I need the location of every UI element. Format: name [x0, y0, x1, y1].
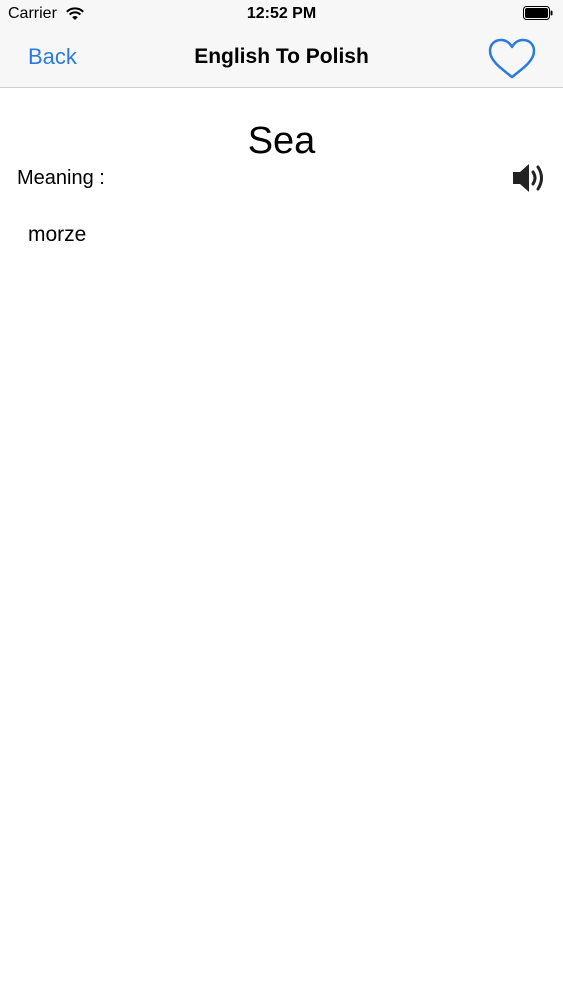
status-time: 12:52 PM	[246, 5, 317, 22]
translation-text: morze	[28, 223, 87, 246]
navigation-bar: Back English To Polish	[0, 30, 563, 88]
speaker-icon[interactable]	[511, 160, 549, 196]
page-title: English To Polish	[194, 45, 369, 68]
heart-outline-icon[interactable]	[487, 38, 537, 80]
status-bar: Carrier 12:52 PM	[0, 0, 563, 30]
battery-icon	[523, 6, 553, 20]
word-title: Sea	[247, 120, 316, 162]
meaning-label: Meaning :	[17, 167, 105, 189]
